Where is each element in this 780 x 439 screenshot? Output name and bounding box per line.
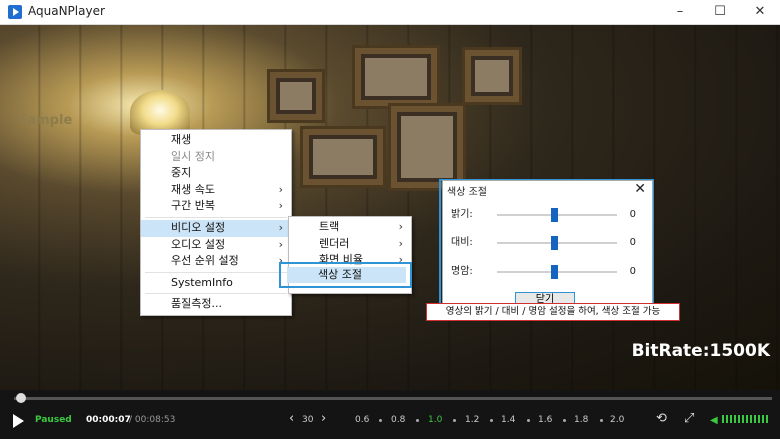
menu-item-pause[interactable]: 일시 정지: [141, 149, 291, 166]
contrast-slider-thumb[interactable]: [551, 236, 558, 250]
menu-item-priority-settings[interactable]: 우선 순위 설정 ›: [141, 253, 291, 270]
submenu-arrow-icon: ›: [398, 236, 403, 250]
speed-dot: [600, 419, 603, 422]
menu-item-ab-repeat[interactable]: 구간 반복 ›: [141, 198, 291, 215]
menu-item-playback-speed[interactable]: 재생 속도 ›: [141, 182, 291, 199]
speed-option[interactable]: 0.6: [355, 414, 369, 426]
submenu-arrow-icon: ›: [278, 199, 283, 213]
app-logo-icon: [8, 5, 22, 19]
bitrate-label: BitRate:1500K: [631, 341, 770, 361]
speed-dot: [490, 419, 493, 422]
picture-frame: [267, 69, 325, 123]
submenu-item-renderer[interactable]: 렌더러 ›: [289, 236, 411, 253]
speed-option[interactable]: 0.8: [391, 414, 405, 426]
submenu-item-color-adjust-highlight[interactable]: 색상 조절: [279, 262, 412, 288]
shading-label: 명암:: [451, 266, 473, 277]
minimize-button[interactable]: –: [660, 0, 700, 24]
contrast-label: 대비:: [451, 237, 473, 248]
context-menu: 재생 일시 정지 중지 재생 속도 › 구간 반복 › 비디오 설정 › 오디오 설정…: [140, 129, 292, 316]
speed-option[interactable]: 1.8: [574, 414, 588, 426]
brightness-value: 0: [629, 209, 636, 220]
speed-dot: [453, 419, 456, 422]
speed-dot: [379, 419, 382, 422]
speed-dot: [563, 419, 566, 422]
picture-frame: [462, 47, 522, 105]
maximize-button[interactable]: ☐: [700, 0, 740, 24]
seek-bar[interactable]: [14, 397, 772, 400]
annotation-tooltip: 영상의 밝기 / 대비 / 명암 설정을 하여, 색상 조절 가능: [426, 303, 680, 321]
submenu-arrow-icon: ›: [278, 237, 283, 251]
speed-option-selected[interactable]: 1.0: [428, 414, 442, 426]
picture-frame: [388, 103, 466, 191]
menu-item-quality-measure[interactable]: 품질측정...: [141, 296, 291, 313]
menu-divider: [145, 293, 287, 295]
color-adjust-dialog: 색상 조절 ✕ 밝기: 0 대비: 0 명암: 0: [442, 180, 653, 306]
brightness-slider-thumb[interactable]: [551, 208, 558, 222]
speed-option[interactable]: 1.6: [538, 414, 552, 426]
picture-frame: [300, 126, 386, 188]
total-time: / 00:08:53: [129, 415, 176, 425]
picture-frame: [352, 45, 440, 109]
submenu-item-color-adjust[interactable]: 색상 조절: [287, 267, 406, 283]
submenu-arrow-icon: ›: [278, 182, 283, 196]
menu-item-audio-settings[interactable]: 오디오 설정 ›: [141, 237, 291, 254]
shading-row: 명암: 0: [451, 265, 646, 279]
menu-divider: [145, 216, 287, 218]
speed-dot: [416, 419, 419, 422]
title-bar: AquaNPlayer – ☐ ✕: [0, 0, 780, 25]
skip-back-icon[interactable]: ‹: [289, 412, 294, 426]
volume-slider[interactable]: [722, 390, 772, 439]
repeat-icon[interactable]: ⟲: [656, 412, 667, 426]
menu-item-video-settings[interactable]: 비디오 설정 ›: [141, 219, 291, 237]
submenu-arrow-icon: ›: [398, 220, 403, 233]
dialog-close-icon[interactable]: ✕: [634, 181, 646, 197]
close-button[interactable]: ✕: [740, 0, 780, 24]
speed-option[interactable]: 2.0: [610, 414, 624, 426]
seek-thumb[interactable]: [16, 393, 26, 403]
menu-divider: [145, 271, 287, 273]
menu-item-play[interactable]: 재생: [141, 132, 291, 149]
shading-slider-thumb[interactable]: [551, 265, 558, 279]
fullscreen-icon[interactable]: ⤢: [684, 412, 694, 426]
skip-forward-icon[interactable]: ›: [321, 412, 326, 426]
menu-item-stop[interactable]: 중지: [141, 165, 291, 182]
video-area[interactable]: Sample: [0, 25, 780, 390]
speed-option[interactable]: 1.2: [465, 414, 479, 426]
submenu-item-track[interactable]: 트랙 ›: [289, 219, 411, 236]
contrast-value: 0: [629, 237, 636, 248]
dialog-title: 색상 조절: [447, 187, 487, 198]
control-bar: Paused 00:00:07 / 00:08:53 ‹ 30 › 0.6 0.…: [0, 390, 780, 439]
volume-icon[interactable]: ◀: [710, 414, 718, 428]
play-icon[interactable]: [13, 414, 24, 428]
speed-option[interactable]: 1.4: [501, 414, 515, 426]
menu-item-system-info[interactable]: SystemInfo: [141, 275, 291, 292]
brightness-row: 밝기: 0: [451, 208, 646, 222]
shading-value: 0: [629, 266, 636, 277]
contrast-row: 대비: 0: [451, 236, 646, 250]
window-title: AquaNPlayer: [28, 4, 105, 18]
playback-status: Paused: [35, 415, 72, 425]
submenu-arrow-icon: ›: [278, 220, 283, 234]
current-time: 00:00:07: [86, 415, 131, 425]
skip-seconds: 30: [302, 415, 314, 425]
sample-watermark: Sample: [18, 113, 73, 128]
brightness-label: 밝기:: [451, 209, 473, 220]
speed-dot: [527, 419, 530, 422]
